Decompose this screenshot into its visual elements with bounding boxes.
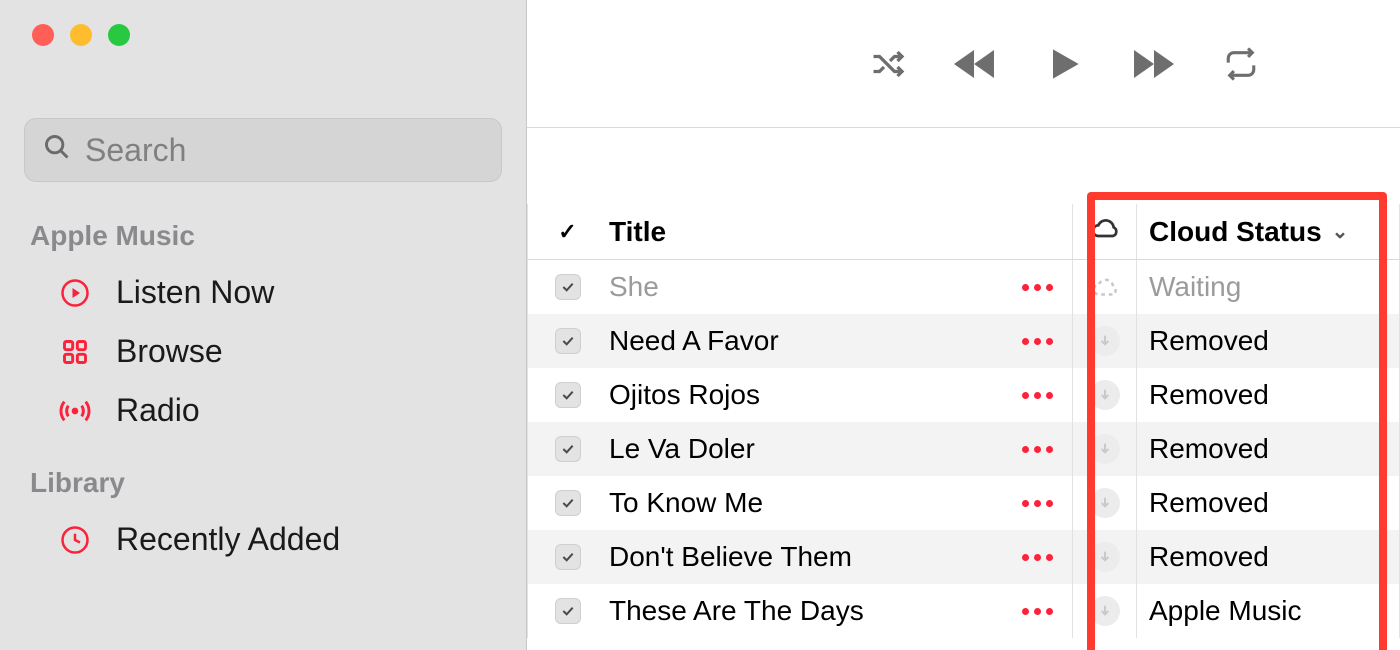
track-title: Ojitos Rojos [599, 368, 1002, 422]
grid-icon [58, 335, 92, 369]
ellipsis-icon [1022, 446, 1053, 453]
row-checkbox[interactable] [555, 382, 581, 408]
sidebar-item-recently-added[interactable]: Recently Added [0, 499, 526, 558]
row-actions-button[interactable] [1002, 584, 1072, 638]
ellipsis-icon [1022, 284, 1053, 291]
download-icon [1090, 380, 1120, 410]
row-actions-button[interactable] [1002, 530, 1072, 584]
row-actions-button[interactable] [1002, 260, 1072, 314]
row-cloud-icon[interactable] [1072, 314, 1136, 368]
row-cloud-icon[interactable] [1072, 584, 1136, 638]
close-window-button[interactable] [32, 24, 54, 46]
track-title: Need A Favor [599, 314, 1002, 368]
search-placeholder: Search [85, 132, 186, 169]
row-cloud-icon[interactable] [1072, 368, 1136, 422]
row-checkbox[interactable] [555, 436, 581, 462]
row-checkbox[interactable] [555, 544, 581, 570]
column-header-cloud-status[interactable]: Cloud Status ⌄ [1136, 204, 1400, 259]
download-icon [1090, 434, 1120, 464]
sidebar-item-label: Radio [116, 392, 200, 429]
track-title: Don't Believe Them [599, 530, 1002, 584]
track-cloud-status: Removed [1136, 368, 1400, 422]
column-header-cloud[interactable] [1072, 204, 1136, 259]
search-input[interactable]: Search [24, 118, 502, 182]
row-checkbox[interactable] [555, 328, 581, 354]
checkmark-icon: ✓ [558, 219, 576, 245]
row-cloud-icon[interactable] [1072, 530, 1136, 584]
track-title: To Know Me [599, 476, 1002, 530]
track-cloud-status: Removed [1136, 314, 1400, 368]
track-title: These Are The Days [599, 584, 1002, 638]
maximize-window-button[interactable] [108, 24, 130, 46]
download-icon [1090, 542, 1120, 572]
sidebar-item-label: Listen Now [116, 274, 274, 311]
clock-icon [58, 523, 92, 557]
play-circle-icon [58, 276, 92, 310]
row-checkbox[interactable] [555, 274, 581, 300]
track-cloud-status: Waiting [1136, 260, 1400, 314]
ellipsis-icon [1022, 554, 1053, 561]
track-cloud-status: Removed [1136, 530, 1400, 584]
table-row[interactable]: She Waiting [527, 260, 1400, 314]
minimize-window-button[interactable] [70, 24, 92, 46]
sidebar-section-library: Library [0, 429, 526, 499]
table-row[interactable]: Need A Favor Removed [527, 314, 1400, 368]
sidebar-item-radio[interactable]: Radio [0, 370, 526, 429]
playback-controls [527, 0, 1400, 128]
radio-icon [58, 394, 92, 428]
download-icon [1090, 596, 1120, 626]
sidebar-item-browse[interactable]: Browse [0, 311, 526, 370]
row-cloud-icon[interactable] [1072, 476, 1136, 530]
ellipsis-icon [1022, 500, 1053, 507]
cloud-icon [1089, 212, 1121, 251]
track-title: Le Va Doler [599, 422, 1002, 476]
row-checkbox[interactable] [555, 598, 581, 624]
column-header-title[interactable]: Title [599, 204, 1002, 259]
search-icon [43, 132, 71, 169]
row-checkbox[interactable] [555, 490, 581, 516]
table-header: ✓ Title Cloud Status ⌄ [527, 204, 1400, 260]
chevron-down-icon: ⌄ [1332, 219, 1349, 244]
row-actions-button[interactable] [1002, 314, 1072, 368]
next-button[interactable] [1129, 39, 1179, 89]
download-icon [1090, 326, 1120, 356]
table-row[interactable]: Le Va Doler Removed [527, 422, 1400, 476]
track-cloud-status: Apple Music [1136, 584, 1400, 638]
window-controls [0, 0, 526, 46]
sidebar-item-listen-now[interactable]: Listen Now [0, 252, 526, 311]
track-title: She [599, 260, 1002, 314]
table-row[interactable]: Ojitos Rojos Removed [527, 368, 1400, 422]
sidebar: Search Apple Music Listen Now Browse Rad… [0, 0, 527, 650]
shuffle-button[interactable] [865, 42, 909, 86]
sidebar-section-apple-music: Apple Music [0, 182, 526, 252]
track-cloud-status: Removed [1136, 476, 1400, 530]
table-row[interactable]: These Are The Days Apple Music [527, 584, 1400, 638]
ellipsis-icon [1022, 608, 1053, 615]
row-actions-button[interactable] [1002, 422, 1072, 476]
track-cloud-status: Removed [1136, 422, 1400, 476]
column-header-checked[interactable]: ✓ [527, 204, 599, 259]
ellipsis-icon [1022, 392, 1053, 399]
download-icon [1090, 488, 1120, 518]
table-row[interactable]: To Know Me Removed [527, 476, 1400, 530]
row-cloud-icon[interactable] [1072, 260, 1136, 314]
table-row[interactable]: Don't Believe Them Removed [527, 530, 1400, 584]
previous-button[interactable] [949, 39, 999, 89]
row-cloud-icon[interactable] [1072, 422, 1136, 476]
row-actions-button[interactable] [1002, 476, 1072, 530]
sidebar-item-label: Recently Added [116, 521, 340, 558]
play-button[interactable] [1039, 39, 1089, 89]
ellipsis-icon [1022, 338, 1053, 345]
sidebar-item-label: Browse [116, 333, 223, 370]
row-actions-button[interactable] [1002, 368, 1072, 422]
repeat-button[interactable] [1219, 42, 1263, 86]
main-content: ✓ Title Cloud Status ⌄ SheWaitingNeed A … [527, 0, 1400, 650]
